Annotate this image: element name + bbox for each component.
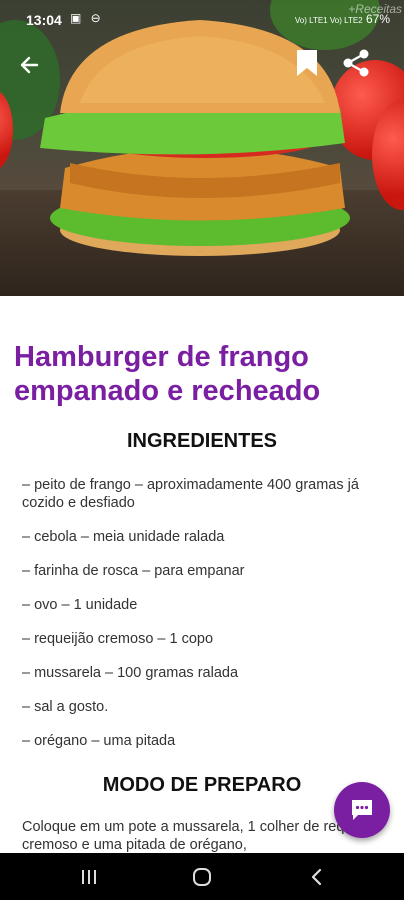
hero-image: 13:04 ▣ ⊖ Vo) LTE1 Vo) LTE2 67% +Receita…	[0, 0, 404, 296]
watermark-logo: +Receitas	[348, 2, 402, 16]
back-button[interactable]	[14, 50, 44, 80]
recents-icon	[82, 870, 96, 884]
bookmark-icon	[297, 50, 317, 76]
system-nav-bar	[0, 853, 404, 900]
status-time: 13:04	[26, 12, 62, 28]
ingredient-item: – peito de frango – aproximadamente 400 …	[22, 477, 359, 511]
ingredients-heading: INGREDIENTES	[126, 430, 278, 452]
ingredient-item: – cebola – meia unidade ralada	[22, 529, 225, 545]
ingredient-item: – ovo – 1 unidade	[22, 597, 138, 613]
home-button[interactable]	[187, 865, 217, 889]
recipe-title: Hamburger de frango empanado e recheado	[14, 341, 321, 407]
ingredient-item: – farinha de rosca – para empanar	[22, 563, 245, 579]
share-button[interactable]	[338, 46, 374, 80]
home-icon	[193, 868, 211, 886]
chat-button[interactable]	[334, 782, 390, 838]
ingredient-item: – requeijão cremoso – 1 copo	[22, 631, 214, 647]
back-icon	[311, 868, 322, 886]
notification-icons: ▣ ⊖	[70, 11, 104, 25]
ingredient-item: – orégano – uma pitada	[22, 733, 176, 749]
ingredient-item: – mussarela – 100 gramas ralada	[22, 665, 239, 681]
chat-icon	[352, 800, 372, 820]
bookmark-button[interactable]	[292, 46, 322, 80]
recents-button[interactable]	[74, 865, 104, 889]
status-bar: 13:04 ▣ ⊖ Vo) LTE1 Vo) LTE2 67%	[0, 0, 404, 40]
arrow-left-icon	[20, 56, 39, 74]
system-back-button[interactable]	[302, 865, 332, 889]
network-indicator: Vo) LTE1 Vo) LTE2	[294, 16, 363, 25]
ingredient-item: – sal a gosto.	[22, 699, 109, 715]
preparation-text: Coloque em um pote a mussarela, 1 colher…	[22, 819, 384, 853]
share-icon	[343, 49, 369, 77]
